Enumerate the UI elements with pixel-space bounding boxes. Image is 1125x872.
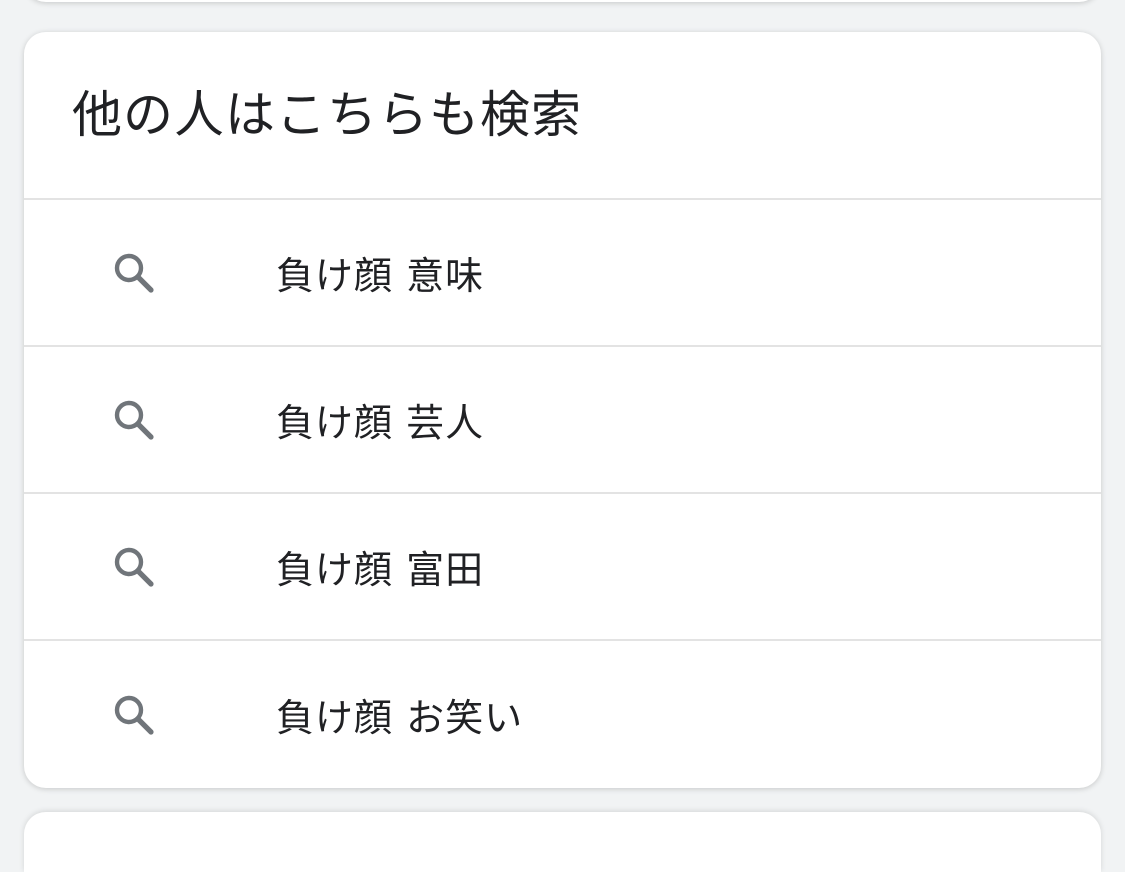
related-search-item[interactable]: 負け顔 意味: [24, 200, 1101, 347]
previous-card: [24, 0, 1101, 2]
related-search-item[interactable]: 負け顔 お笑い: [24, 641, 1101, 788]
search-icon: [110, 691, 158, 739]
related-search-label: 負け顔 お笑い: [276, 696, 524, 740]
related-search-label: 負け顔 富田: [276, 548, 485, 592]
related-search-label: 負け顔 芸人: [276, 401, 485, 445]
card-header: 他の人はこちらも検索: [24, 32, 1101, 200]
section-title: 他の人はこちらも検索: [72, 86, 582, 144]
related-search-label: 負け顔 意味: [276, 254, 485, 298]
people-also-search-card: 他の人はこちらも検索 負け顔 意味 負け顔 芸人 負け顔 富田 負け顔 お笑い: [24, 32, 1101, 788]
related-search-item[interactable]: 負け顔 芸人: [24, 347, 1101, 494]
next-card: [24, 812, 1101, 872]
search-icon: [110, 543, 158, 591]
search-icon: [110, 396, 158, 444]
related-search-item[interactable]: 負け顔 富田: [24, 494, 1101, 641]
search-icon: [110, 249, 158, 297]
